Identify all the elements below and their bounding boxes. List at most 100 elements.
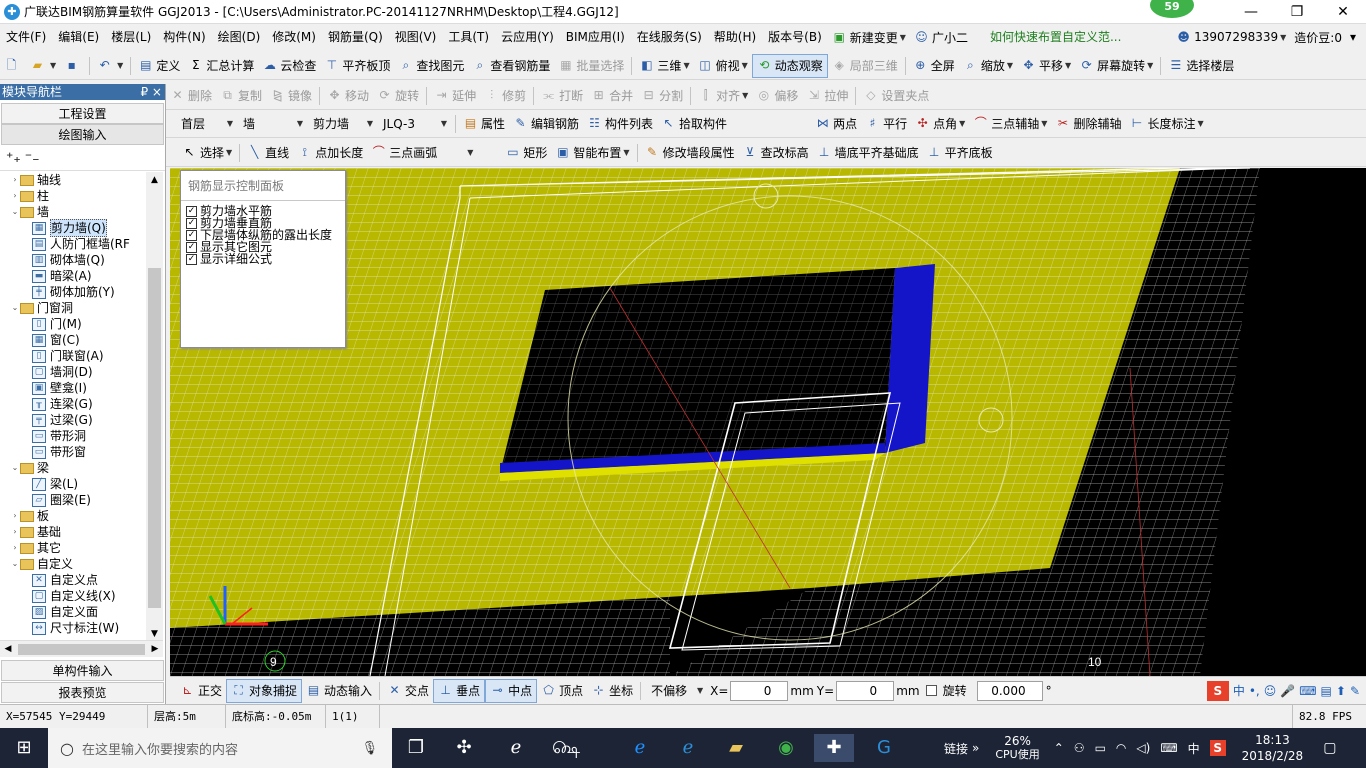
glodon-ggj-app-icon[interactable]: ✚ — [814, 734, 854, 762]
vertex-snap-button[interactable]: ⬠ 顶点 — [537, 679, 587, 703]
spiral-app-icon[interactable]: ௸ — [546, 734, 586, 762]
task-view-icon[interactable]: ❐ — [396, 734, 436, 762]
screen-rotate-button[interactable]: ⟳ 屏幕旋转 ▼ — [1075, 54, 1157, 78]
minimize-button[interactable]: — — [1228, 0, 1274, 24]
cloud-check-button[interactable]: ☁ 云检查 — [258, 54, 320, 78]
open-file-button[interactable]: ▰ ▼ — [26, 54, 60, 78]
ime-indicator[interactable]: 中 — [1188, 740, 1200, 757]
chevron-down-icon[interactable]: ⌄ — [10, 300, 20, 316]
tree-node[interactable]: ╪ 砌体加筋(Y) — [0, 284, 146, 300]
delete-button[interactable]: ✕ 删除 — [166, 84, 216, 108]
line-button[interactable]: ╲ 直线 — [243, 141, 293, 165]
stretch-button[interactable]: ⇲ 拉伸 — [802, 84, 852, 108]
sogou-ime-icon[interactable]: S — [1206, 680, 1229, 701]
tree-node[interactable]: ╤ 过梁(G) — [0, 412, 146, 428]
chevron-down-icon[interactable]: ⌄ — [10, 204, 20, 220]
tree-horizontal-scrollbar[interactable]: ◀ ▶ — [0, 640, 163, 657]
wifi-icon[interactable]: ◠ — [1116, 741, 1126, 755]
pinwheel-app-icon[interactable]: ✣ — [444, 734, 484, 762]
menu-edit[interactable]: 编辑(E) — [52, 24, 105, 50]
tree-node[interactable]: ▢ 自定义线(X) — [0, 588, 146, 604]
scroll-right-icon[interactable]: ▶ — [147, 644, 163, 654]
sogou-tray-icon[interactable]: S — [1209, 740, 1226, 756]
menu-cloud[interactable]: 云应用(Y) — [495, 24, 560, 50]
menu-component[interactable]: 构件(N) — [157, 24, 211, 50]
edit-rebar-button[interactable]: ✎ 编辑钢筋 — [509, 112, 583, 136]
ime-skin-icon[interactable]: ▤ — [1321, 684, 1332, 698]
close-button[interactable]: ✕ — [1320, 0, 1366, 24]
tree-node[interactable]: ⌄ 墙 — [0, 204, 146, 220]
ime-emoji-icon[interactable]: ☺ — [1264, 684, 1277, 698]
report-preview-button[interactable]: 报表预览 — [1, 682, 164, 703]
x-offset-input[interactable]: 0 — [730, 680, 789, 701]
ime-punct-icon[interactable]: •, — [1249, 684, 1260, 698]
coordinate-snap-button[interactable]: ⊹ 坐标 — [587, 679, 637, 703]
local-3d-button[interactable]: ◈ 局部三维 — [828, 54, 902, 78]
align-slab-top-button[interactable]: ⊤ 平齐板顶 — [320, 54, 394, 78]
model-canvas[interactable]: 9 10 — [170, 168, 1366, 676]
drawing-input-button[interactable]: 绘图输入 — [1, 124, 164, 145]
360-browser-icon[interactable]: ◉ — [766, 734, 806, 762]
tree-node[interactable]: ▣ 壁龛(I) — [0, 380, 146, 396]
menu-bim[interactable]: BIM应用(I) — [560, 24, 631, 50]
collapse-all-icon[interactable]: ⁻₋ — [25, 150, 40, 166]
tree-node[interactable]: ▦ 窗(C) — [0, 332, 146, 348]
offset-mode-select[interactable]: 不偏移 ▼ — [646, 681, 708, 701]
properties-button[interactable]: ▤ 属性 — [459, 112, 509, 136]
undo-button[interactable]: ↶ ▼ — [93, 54, 127, 78]
tree-vertical-scrollbar[interactable]: ▲ ▼ — [146, 172, 163, 642]
chevron-right-icon[interactable]: › — [10, 524, 20, 540]
merge-button[interactable]: ⊞ 合并 — [587, 84, 637, 108]
scroll-up-icon[interactable]: ▲ — [146, 172, 163, 188]
menu-file[interactable]: 文件(F) — [0, 24, 52, 50]
pin-close-icons[interactable]: ₽ × — [140, 84, 165, 100]
parallel-axis-button[interactable]: ♯ 平行 — [861, 112, 911, 136]
checkbox-checked-icon[interactable]: ✓ — [186, 205, 197, 217]
battery-icon[interactable]: ▭ — [1095, 741, 1106, 755]
rotate-angle-input[interactable]: 0.000 — [976, 680, 1043, 701]
menu-tools[interactable]: 工具(T) — [442, 24, 495, 50]
summary-calc-button[interactable]: Σ 汇总计算 — [184, 54, 258, 78]
ie-browser-icon[interactable]: ℯ — [496, 734, 536, 762]
hscroll-thumb[interactable] — [18, 643, 145, 655]
rectangle-button[interactable]: ▭ 矩形 — [501, 141, 551, 165]
menu-draw[interactable]: 绘图(D) — [212, 24, 267, 50]
microphone-icon[interactable]: 🎙 — [361, 741, 378, 756]
notification-center-icon[interactable]: ▢ — [1323, 740, 1336, 756]
menu-view[interactable]: 视图(V) — [389, 24, 443, 50]
perpendicular-snap-button[interactable]: ⊥ 垂点 — [433, 678, 486, 703]
top-view-button[interactable]: ◫ 俯视 ▼ — [694, 54, 752, 78]
tree-node[interactable]: › 板 — [0, 508, 146, 524]
tree-node[interactable]: › 其它 — [0, 540, 146, 556]
tree-node[interactable]: ▯ 门(M) — [0, 316, 146, 332]
tree-node[interactable]: ▱ 圈梁(E) — [0, 492, 146, 508]
maximize-button[interactable]: ❐ — [1274, 0, 1320, 24]
dynamic-orbit-button[interactable]: ⟲ 动态观察 — [751, 53, 828, 78]
two-point-axis-button[interactable]: ⋈ 两点 — [811, 112, 861, 136]
ime-keyboard-icon[interactable]: ⌨ — [1299, 684, 1316, 698]
intersection-snap-button[interactable]: ✕ 交点 — [383, 679, 433, 703]
component-list-button[interactable]: ☷ 构件列表 — [583, 112, 657, 136]
menu-rebar[interactable]: 钢筋量(Q) — [322, 24, 389, 50]
category-select[interactable]: 墙 ▼ — [238, 114, 308, 134]
assistant-button[interactable]: ☺ 广小二 — [910, 25, 972, 49]
mirror-button[interactable]: ⧎ 镜像 — [266, 84, 316, 108]
menu-online[interactable]: 在线服务(S) — [631, 24, 708, 50]
tree-node[interactable]: ▭ 带形洞 — [0, 428, 146, 444]
chevron-up-icon[interactable]: ⌃ — [1054, 741, 1064, 755]
tree-node[interactable]: ╥ 连梁(G) — [0, 396, 146, 412]
start-button[interactable]: ⊞ — [0, 728, 48, 768]
chevron-right-icon[interactable]: › — [10, 540, 20, 556]
set-grip-button[interactable]: ◇ 设置夹点 — [859, 84, 933, 108]
chevron-right-icon[interactable]: » — [972, 741, 979, 755]
3d-viewport[interactable]: 9 10 — [170, 168, 1366, 676]
element-select[interactable]: JLQ-3 ▼ — [378, 114, 452, 134]
file-explorer-icon[interactable]: ▰ — [716, 734, 756, 762]
new-file-button[interactable]: 🗋 — [0, 54, 26, 78]
batch-select-button[interactable]: ▦ 批量选择 — [554, 54, 628, 78]
help-hint-link[interactable]: 如何快速布置自定义范... — [984, 24, 1127, 50]
keyboard-icon[interactable]: ⌨ — [1160, 741, 1177, 755]
offset-button[interactable]: ◎ 偏移 — [752, 84, 802, 108]
menu-version[interactable]: 版本号(B) — [762, 24, 828, 50]
floor-select[interactable]: 首层 ▼ — [176, 114, 238, 134]
